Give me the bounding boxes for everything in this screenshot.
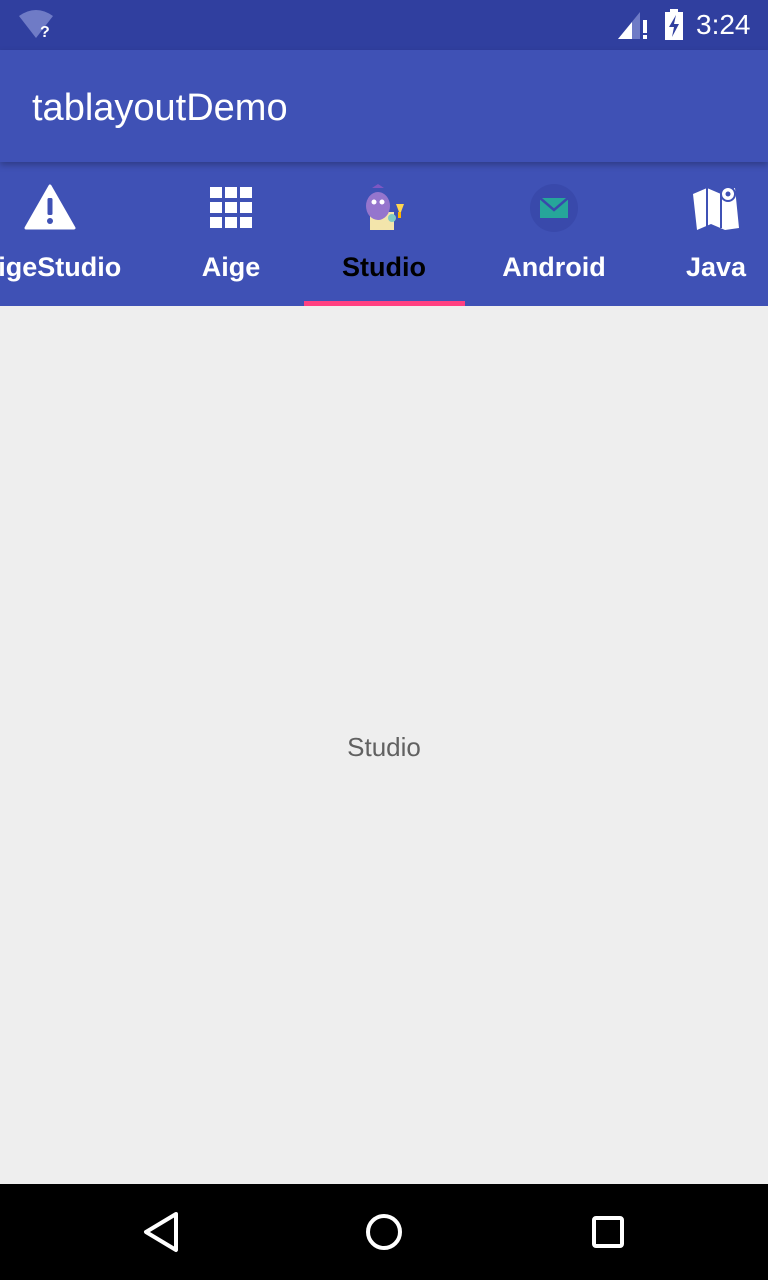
- cell-signal-icon: [618, 12, 647, 39]
- tab-android[interactable]: Android: [474, 162, 634, 306]
- navigation-bar: [0, 1184, 768, 1280]
- tab-label: AigeStudio: [0, 252, 122, 282]
- mascot-icon: [366, 184, 404, 230]
- mail-icon: [530, 184, 578, 232]
- warning-icon: [24, 184, 76, 230]
- tab-label: Java: [685, 252, 747, 282]
- app-bar: tablayoutDemo: [0, 50, 768, 162]
- back-icon[interactable]: [132, 1204, 188, 1260]
- status-bar: ? 3:24: [0, 0, 768, 50]
- tab-aigestudio[interactable]: AigeStudio: [0, 162, 130, 306]
- wifi-unknown-icon: ?: [19, 10, 53, 40]
- tab-aige[interactable]: Aige: [151, 162, 311, 306]
- tab-label: Android: [502, 252, 606, 282]
- recents-icon[interactable]: [580, 1204, 636, 1260]
- home-icon[interactable]: [356, 1204, 412, 1260]
- grid-icon: [210, 187, 252, 228]
- tab-label: Aige: [201, 252, 261, 282]
- tab-label: Studio: [342, 252, 426, 282]
- svg-text:?: ?: [40, 24, 50, 40]
- tab-content: Studio: [0, 306, 768, 1184]
- tab-studio[interactable]: Studio: [304, 162, 464, 306]
- app-title: tablayoutDemo: [32, 87, 288, 129]
- tab-bar: AigeStudio Aige Studio: [0, 162, 768, 306]
- status-time: 3:24: [696, 9, 751, 40]
- content-text: Studio: [347, 732, 421, 762]
- tab-java[interactable]: Java: [636, 162, 768, 306]
- map-icon: [693, 186, 739, 230]
- battery-charging-icon: [665, 9, 683, 40]
